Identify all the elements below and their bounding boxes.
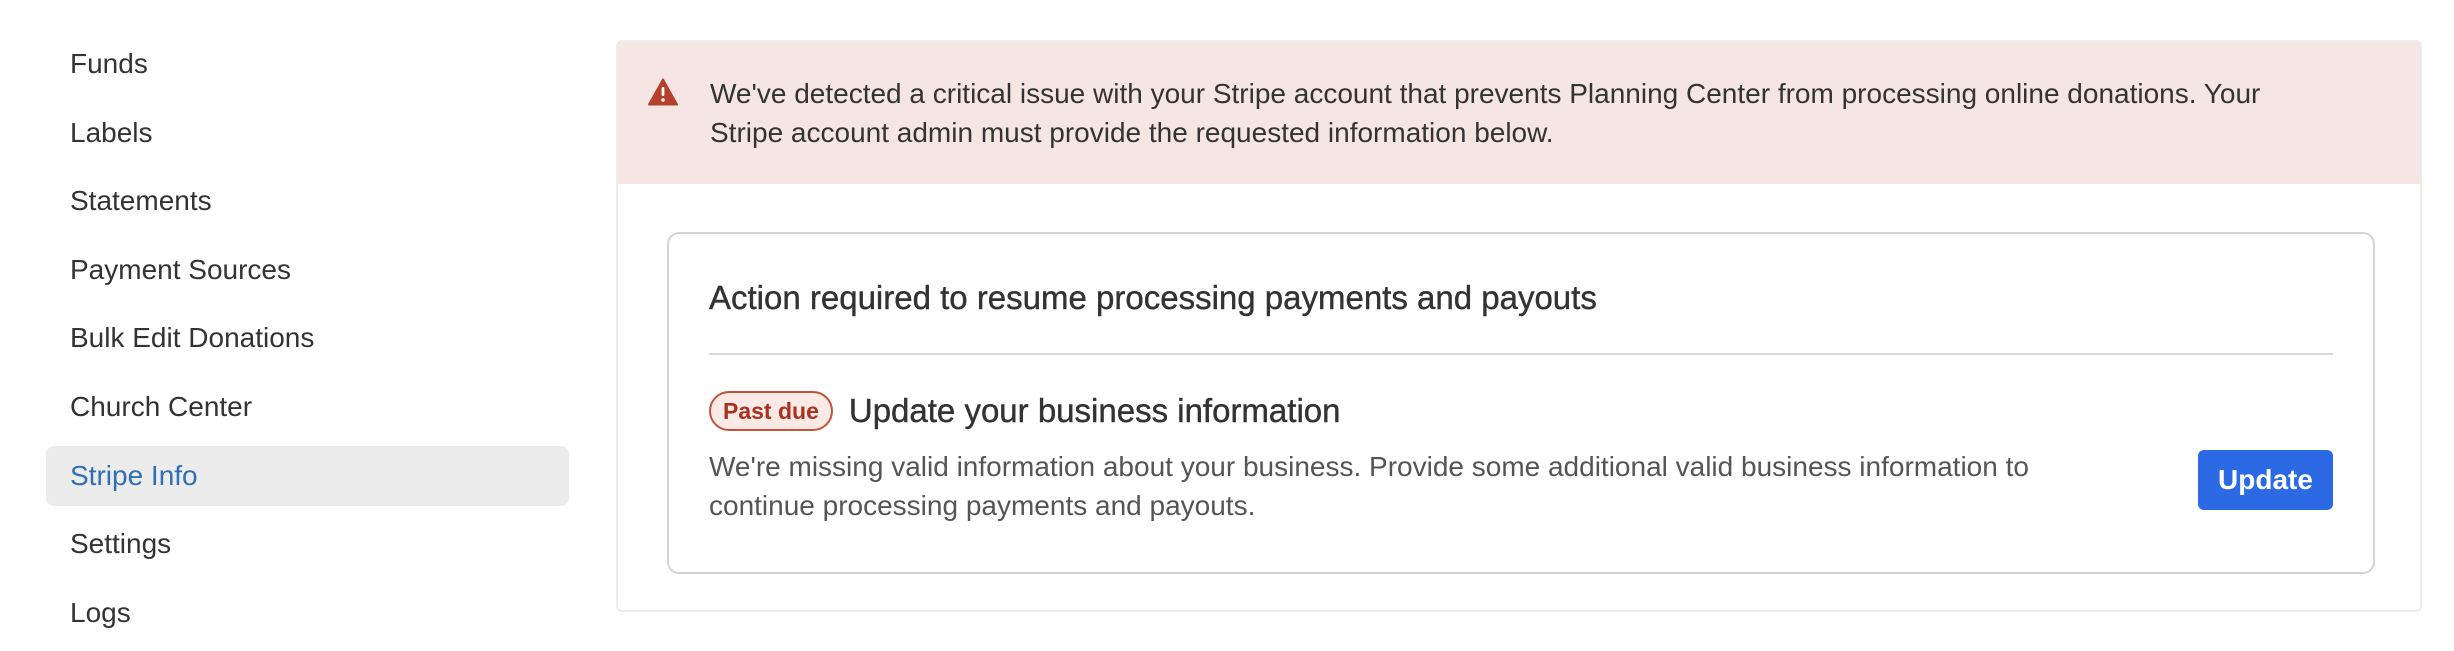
- sidebar-item-settings[interactable]: Settings: [46, 514, 569, 574]
- task-body: We're missing valid information about yo…: [709, 447, 2333, 525]
- sidebar-item-logs[interactable]: Logs: [46, 583, 569, 643]
- task-description: We're missing valid information about yo…: [709, 451, 2029, 521]
- card-title-text: Action required to resume processing pay…: [709, 279, 1597, 316]
- sidebar-item-labels[interactable]: Labels: [46, 103, 569, 163]
- sidebar-item-bulk-edit-donations[interactable]: Bulk Edit Donations: [46, 308, 569, 368]
- past-due-badge: Past due: [709, 391, 833, 431]
- sidebar-item-payment-sources[interactable]: Payment Sources: [46, 240, 569, 300]
- update-button[interactable]: Update: [2198, 450, 2333, 510]
- warning-triangle-icon: [648, 78, 678, 106]
- task-header: Past due Update your business informatio…: [709, 391, 2333, 431]
- stripe-info-panel: We've detected a critical issue with you…: [616, 40, 2422, 612]
- settings-sidebar: Funds Labels Statements Payment Sources …: [46, 34, 569, 651]
- sidebar-item-stripe-info[interactable]: Stripe Info: [46, 445, 569, 506]
- sidebar-item-funds[interactable]: Funds: [46, 34, 569, 94]
- card-divider: [709, 353, 2333, 355]
- task-title: Update your business information: [848, 392, 1341, 429]
- sidebar-item-church-center[interactable]: Church Center: [46, 377, 569, 437]
- action-required-card: Action required to resume processing pay…: [667, 232, 2375, 574]
- critical-alert-banner: We've detected a critical issue with you…: [618, 42, 2420, 184]
- sidebar-item-statements[interactable]: Statements: [46, 171, 569, 231]
- alert-message: We've detected a critical issue with you…: [710, 78, 2261, 148]
- card-title: Action required to resume processing pay…: [709, 234, 2333, 318]
